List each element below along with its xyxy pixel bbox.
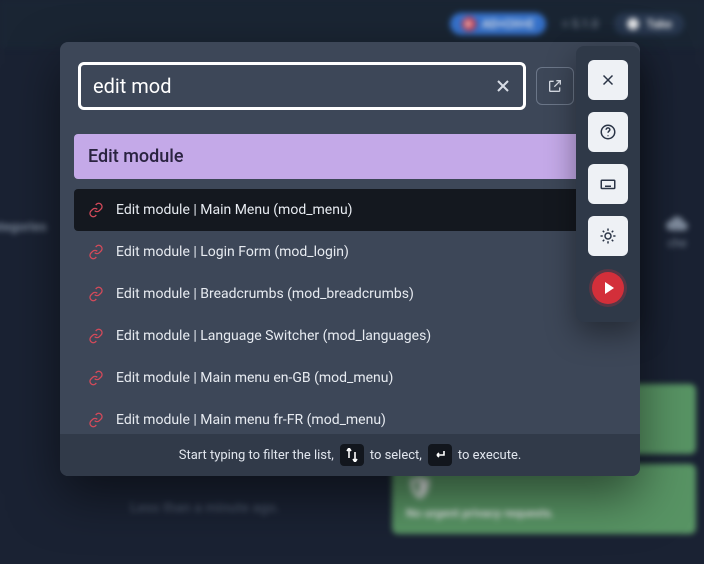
result-label: Edit module | Main Menu (mod_menu) xyxy=(116,202,353,218)
command-palette: Edit module Edit module | Main Menu (mod… xyxy=(60,42,640,476)
results-header[interactable]: Edit module xyxy=(74,134,626,179)
result-item[interactable]: Edit module | Main Menu (mod_menu) xyxy=(74,189,626,231)
version-label: ⌗ 5.1.0 xyxy=(562,17,598,32)
external-link-icon xyxy=(547,78,563,94)
keyboard-button[interactable] xyxy=(588,164,628,204)
record-icon xyxy=(592,272,624,304)
search-box[interactable] xyxy=(78,62,526,110)
result-label: Edit module | Main menu en-GB (mod_menu) xyxy=(116,370,393,386)
link-icon xyxy=(88,244,104,260)
hint-pre: Start typing to filter the list, xyxy=(179,448,334,463)
result-label: Edit module | Language Switcher (mod_lan… xyxy=(116,328,431,344)
link-icon xyxy=(88,286,104,302)
shortcut-badge: AD+CH+E xyxy=(450,13,546,35)
brightness-button[interactable] xyxy=(588,216,628,256)
updown-key-icon xyxy=(340,444,364,466)
link-icon xyxy=(88,370,104,386)
search-input[interactable] xyxy=(93,74,487,98)
result-label: Edit module | Breadcrumbs (mod_breadcrum… xyxy=(116,286,414,302)
link-icon xyxy=(88,328,104,344)
result-item[interactable]: Edit module | Main menu en-GB (mod_menu) xyxy=(74,357,626,399)
result-item[interactable]: Edit module | Main menu fr-FR (mod_menu) xyxy=(74,399,626,434)
clear-icon[interactable] xyxy=(495,78,511,94)
hint-post: to execute. xyxy=(458,448,521,463)
result-label: Edit module | Login Form (mod_login) xyxy=(116,244,349,260)
recent-text: Less than a minute ago. xyxy=(130,500,280,516)
open-external-button[interactable] xyxy=(536,67,574,105)
shield-icon: 🛡 xyxy=(406,478,682,500)
sun-icon xyxy=(599,227,617,245)
result-item[interactable]: Edit module | Language Switcher (mod_lan… xyxy=(74,315,626,357)
result-item[interactable]: Edit module | Breadcrumbs (mod_breadcrum… xyxy=(74,273,626,315)
keyboard-icon xyxy=(599,175,617,193)
enter-key-icon xyxy=(428,444,452,466)
topbar: AD+CH+E ⌗ 5.1.0 Take xyxy=(0,0,704,48)
cache-fragment: che xyxy=(664,215,690,250)
shortcut-badge-label: AD+CH+E xyxy=(482,17,534,31)
close-button[interactable] xyxy=(588,60,628,100)
search-row xyxy=(60,62,640,126)
link-icon xyxy=(88,412,104,428)
help-icon xyxy=(599,123,617,141)
record-dot-icon xyxy=(462,17,476,31)
record-button[interactable] xyxy=(588,268,628,308)
close-icon xyxy=(599,71,617,89)
user-pill: Take xyxy=(614,13,684,35)
user-label: Take xyxy=(646,17,672,31)
results-list[interactable]: Edit module Edit module | Main Menu (mod… xyxy=(60,126,640,434)
card-text: No urgent privacy requests. xyxy=(406,506,682,520)
result-label: Edit module | Main menu fr-FR (mod_menu) xyxy=(116,412,386,428)
cloud-icon xyxy=(664,215,690,233)
help-button[interactable] xyxy=(588,112,628,152)
side-toolbar xyxy=(576,46,640,322)
sidebar-fragment: ategories xyxy=(0,220,47,235)
hint-bar: Start typing to filter the list, to sele… xyxy=(60,434,640,476)
user-icon xyxy=(626,17,640,31)
link-icon xyxy=(88,202,104,218)
hint-mid: to select, xyxy=(370,448,422,463)
result-item[interactable]: Edit module | Login Form (mod_login) xyxy=(74,231,626,273)
